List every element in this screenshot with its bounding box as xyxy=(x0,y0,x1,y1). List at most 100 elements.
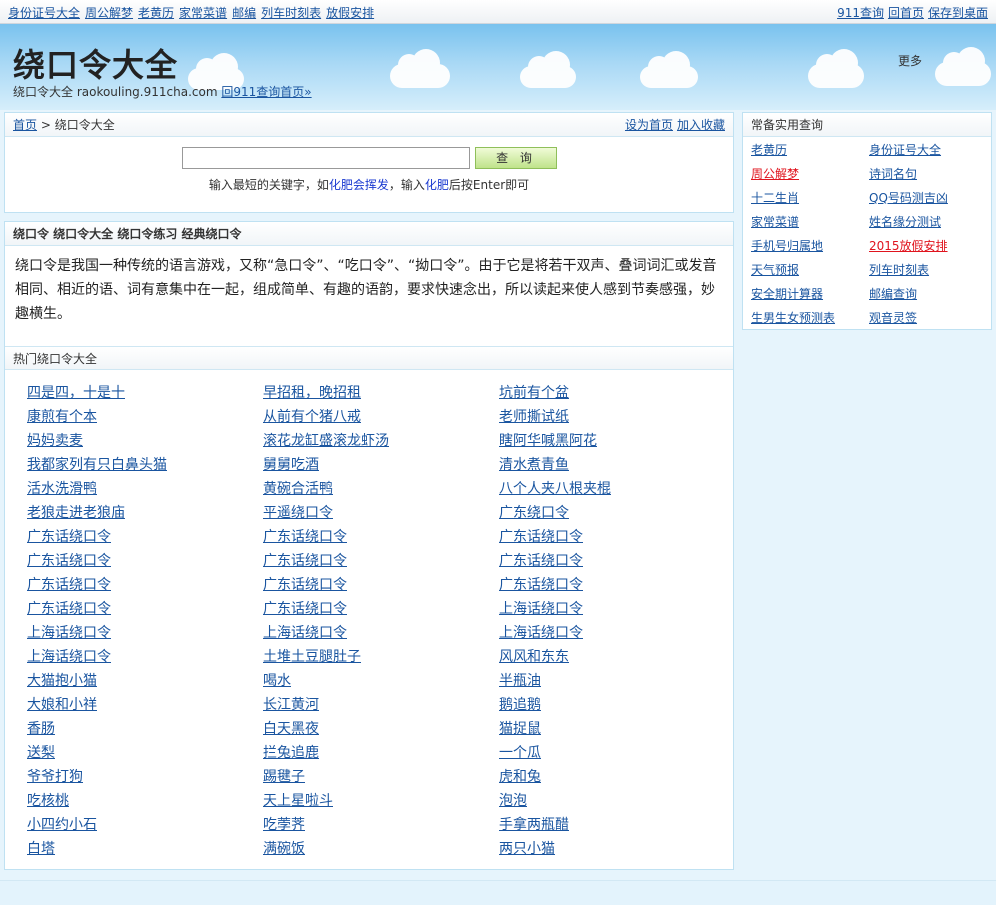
search-hint-keyword: 化肥 xyxy=(424,178,449,192)
breadcrumb-home[interactable]: 首页 xyxy=(13,118,37,132)
top-link-train[interactable]: 列车时刻表 xyxy=(261,6,321,20)
hot-list-item[interactable]: 广东话绕口令 xyxy=(263,598,347,618)
hot-list-item[interactable]: 老师撕试纸 xyxy=(499,406,569,426)
hot-list-item[interactable]: 瞎阿华喊黑阿花 xyxy=(499,430,597,450)
hot-list-item[interactable]: 土堆土豆腿肚子 xyxy=(263,646,361,666)
hot-list-item[interactable]: 满碗饭 xyxy=(263,838,305,858)
hot-list-item[interactable]: 老狼走进老狼庙 xyxy=(27,502,125,522)
hot-list-item[interactable]: 妈妈卖麦 xyxy=(27,430,83,450)
top-link-dream[interactable]: 周公解梦 xyxy=(85,6,133,20)
hot-list-item[interactable]: 天上星啦斗 xyxy=(263,790,333,810)
sidebar-link[interactable]: QQ号码测吉凶 xyxy=(869,189,948,206)
hot-list-item[interactable]: 广东话绕口令 xyxy=(263,550,347,570)
hot-list-item[interactable]: 康煎有个本 xyxy=(27,406,97,426)
top-link-almanac[interactable]: 老黄历 xyxy=(138,6,174,20)
hot-list-item[interactable]: 手拿两瓶醋 xyxy=(499,814,569,834)
hot-list-item[interactable]: 猫捉鼠 xyxy=(499,718,541,738)
sidebar-link[interactable]: 姓名缘分测试 xyxy=(869,213,941,230)
hot-list-item[interactable]: 早招租，晚招租 xyxy=(263,382,361,402)
hot-list-item[interactable]: 坑前有个盆 xyxy=(499,382,569,402)
hot-list-item[interactable]: 广东话绕口令 xyxy=(27,574,111,594)
hot-list-item[interactable]: 上海话绕口令 xyxy=(499,622,583,642)
hot-list-item[interactable]: 广东话绕口令 xyxy=(263,526,347,546)
top-link-home[interactable]: 回首页 xyxy=(888,6,924,20)
set-home-link[interactable]: 设为首页 xyxy=(625,118,673,132)
hot-list-item[interactable]: 鹅追鹅 xyxy=(499,694,541,714)
hot-list-item[interactable]: 平遥绕口令 xyxy=(263,502,333,522)
hot-list-item[interactable]: 吃核桃 xyxy=(27,790,69,810)
hot-list-item[interactable]: 大猫抱小猫 xyxy=(27,670,97,690)
sidebar-link[interactable]: 生男生女预测表 xyxy=(751,309,835,326)
search-button[interactable]: 查 询 xyxy=(475,147,557,169)
sidebar-link[interactable]: 诗词名句 xyxy=(869,165,917,182)
hot-list-item[interactable]: 上海话绕口令 xyxy=(499,598,583,618)
sidebar-link[interactable]: 周公解梦 xyxy=(751,165,799,182)
search-input[interactable] xyxy=(182,147,470,169)
hot-list-item[interactable]: 半瓶油 xyxy=(499,670,541,690)
hot-list-item[interactable]: 舅舅吃酒 xyxy=(263,454,319,474)
sidebar-link[interactable]: 家常菜谱 xyxy=(751,213,799,230)
hot-list-item[interactable]: 白天黑夜 xyxy=(263,718,319,738)
hot-list-item[interactable]: 两只小猫 xyxy=(499,838,555,858)
hot-list-item[interactable]: 风风和东东 xyxy=(499,646,569,666)
site-header: 绕口令大全 绕口令大全 raokouling.911cha.com 回911查询… xyxy=(0,24,996,110)
hot-list-item[interactable]: 广东话绕口令 xyxy=(499,526,583,546)
hot-list-item[interactable]: 吃荸荠 xyxy=(263,814,305,834)
hot-list-item[interactable]: 黄碗合活鸭 xyxy=(263,478,333,498)
hot-list-item[interactable]: 八个人夹八根夹棍 xyxy=(499,478,611,498)
hot-list-item[interactable]: 广东话绕口令 xyxy=(263,574,347,594)
top-link-idcard[interactable]: 身份证号大全 xyxy=(8,6,80,20)
hot-list-item[interactable]: 喝水 xyxy=(263,670,291,690)
hot-list-item[interactable]: 踢毽子 xyxy=(263,766,305,786)
more-link[interactable]: 更多 xyxy=(898,52,922,69)
search-hint-text: 输入最短的关键字，如 xyxy=(208,178,329,192)
footer xyxy=(0,880,996,905)
top-link-recipes[interactable]: 家常菜谱 xyxy=(179,6,227,20)
sidebar-link[interactable]: 列车时刻表 xyxy=(869,261,929,278)
hot-list-item[interactable]: 送梨 xyxy=(27,742,55,762)
top-link-holiday[interactable]: 放假安排 xyxy=(326,6,374,20)
hot-list-item[interactable]: 上海话绕口令 xyxy=(27,646,111,666)
hot-list-item[interactable]: 一个瓜 xyxy=(499,742,541,762)
sidebar-link[interactable]: 观音灵签 xyxy=(869,309,917,326)
hot-list-item[interactable]: 广东话绕口令 xyxy=(27,550,111,570)
hot-list-item[interactable]: 广东话绕口令 xyxy=(499,574,583,594)
hot-list-item[interactable]: 广东话绕口令 xyxy=(499,550,583,570)
hot-list-item[interactable]: 长江黄河 xyxy=(263,694,319,714)
sidebar-link[interactable]: 安全期计算器 xyxy=(751,285,823,302)
hot-list-item[interactable]: 拦兔追鹿 xyxy=(263,742,319,762)
hot-list-item[interactable]: 上海话绕口令 xyxy=(27,622,111,642)
sidebar-link[interactable]: 2015放假安排 xyxy=(869,237,948,254)
hot-list-item[interactable]: 小四约小石 xyxy=(27,814,97,834)
cloud-decoration xyxy=(935,47,991,86)
add-favorite-link[interactable]: 加入收藏 xyxy=(677,118,725,132)
sidebar-link[interactable]: 身份证号大全 xyxy=(869,141,941,158)
hot-list-item[interactable]: 虎和兔 xyxy=(499,766,541,786)
hot-list-item[interactable]: 广东话绕口令 xyxy=(27,598,111,618)
hot-list-item[interactable]: 白塔 xyxy=(27,838,55,858)
top-link-911[interactable]: 911查询 xyxy=(837,6,884,20)
site-subtitle: 绕口令大全 raokouling.911cha.com 回911查询首页» xyxy=(13,83,312,100)
sidebar-link[interactable]: 十二生肖 xyxy=(751,189,799,206)
hot-list-item[interactable]: 爷爷打狗 xyxy=(27,766,83,786)
hot-list-item[interactable]: 广东话绕口令 xyxy=(27,526,111,546)
hot-list-item[interactable]: 滚花龙缸盛滚龙虾汤 xyxy=(263,430,389,450)
sidebar-link[interactable]: 邮编查询 xyxy=(869,285,917,302)
hot-list-item[interactable]: 泡泡 xyxy=(499,790,527,810)
sidebar-link[interactable]: 天气预报 xyxy=(751,261,799,278)
hot-list-item[interactable]: 活水洗滑鸭 xyxy=(27,478,97,498)
hot-list-item[interactable]: 清水煮青鱼 xyxy=(499,454,569,474)
hot-list-item[interactable]: 我都家列有只白鼻头猫 xyxy=(27,454,167,474)
top-link-save-desktop[interactable]: 保存到桌面 xyxy=(928,6,988,20)
hot-list-item[interactable]: 从前有个猪八戒 xyxy=(263,406,361,426)
hot-list-item[interactable]: 广东绕口令 xyxy=(499,502,569,522)
hot-list-item[interactable]: 大娘和小祥 xyxy=(27,694,97,714)
hot-list-item[interactable]: 四是四，十是十 xyxy=(27,382,125,402)
back-911-link[interactable]: 回911查询首页» xyxy=(221,85,311,99)
sidebar-link[interactable]: 老黄历 xyxy=(751,141,787,158)
sidebar-link[interactable]: 手机号归属地 xyxy=(751,237,823,254)
hot-list-item[interactable]: 上海话绕口令 xyxy=(263,622,347,642)
hot-list-item[interactable]: 香肠 xyxy=(27,718,55,738)
top-link-postcode[interactable]: 邮编 xyxy=(232,6,256,20)
cloud-decoration xyxy=(808,49,864,88)
